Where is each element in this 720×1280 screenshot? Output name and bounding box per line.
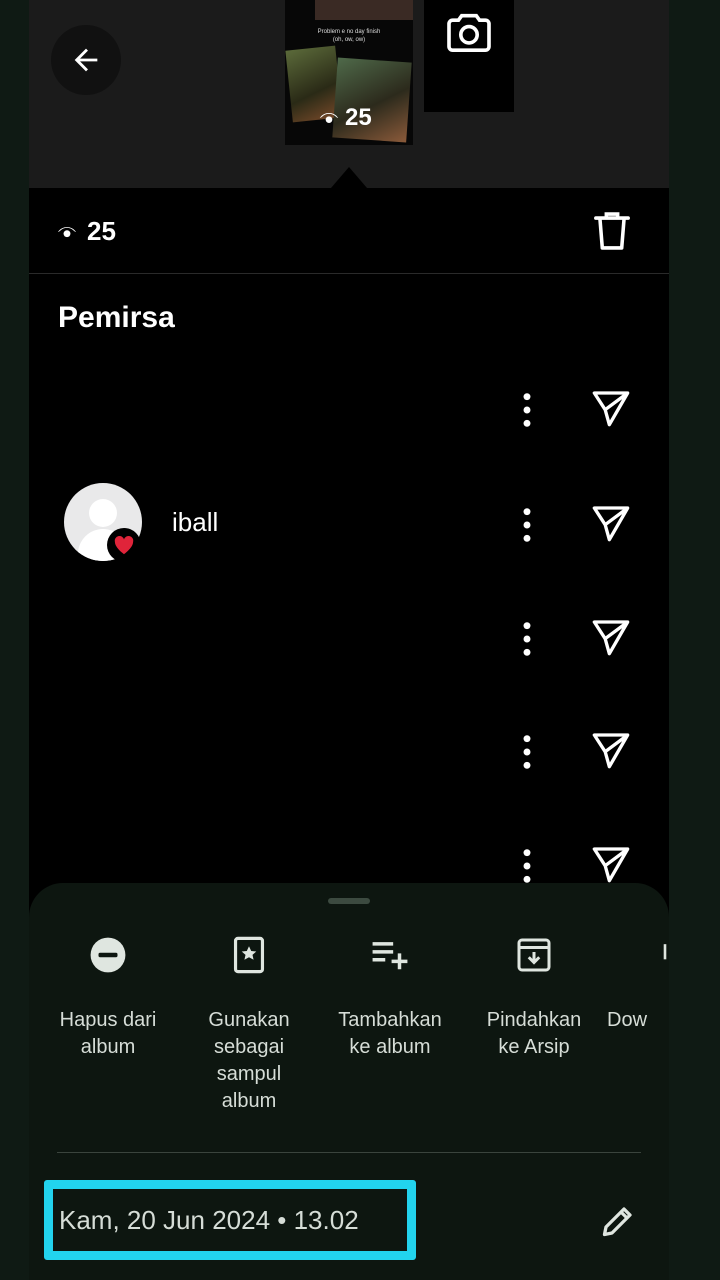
send-button[interactable] xyxy=(590,388,632,433)
more-options-button[interactable] xyxy=(516,505,538,550)
playlist-add-icon xyxy=(372,942,408,970)
stats-bar: 25 xyxy=(29,188,669,274)
view-count-value: 25 xyxy=(87,216,116,246)
arrow-left-icon xyxy=(74,48,98,72)
story-viewer-screen: Problem e no day finish (oh, ow, ow) 25 xyxy=(29,0,669,1280)
add-to-album-label: Tambahkan ke album xyxy=(338,1009,442,1058)
list-item[interactable] xyxy=(29,597,669,677)
list-item[interactable] xyxy=(29,368,669,448)
list-item[interactable]: iball xyxy=(29,483,669,563)
more-options-button[interactable] xyxy=(516,732,538,777)
send-button[interactable] xyxy=(590,730,632,775)
list-item[interactable] xyxy=(29,710,669,790)
viewers-title: Pemirsa xyxy=(58,301,175,334)
divider xyxy=(57,1152,641,1153)
back-button[interactable] xyxy=(51,25,121,95)
send-button[interactable] xyxy=(590,617,632,662)
film-strip-image xyxy=(315,0,413,20)
trash-icon xyxy=(594,212,630,250)
eye-icon xyxy=(319,113,339,123)
camera-icon xyxy=(447,13,491,52)
send-icon xyxy=(592,620,630,656)
album-cover-icon xyxy=(233,936,265,974)
more-vertical-icon xyxy=(523,508,531,542)
remove-from-album-label: Hapus dari album xyxy=(59,1009,157,1058)
more-options-button[interactable] xyxy=(516,390,538,435)
move-to-archive-label: Pindahkan ke Arsip xyxy=(486,1009,582,1058)
pencil-icon xyxy=(602,1207,632,1237)
thumbnail-caption: Problem e no day finish (oh, ow, ow) xyxy=(317,29,381,43)
more-options-button[interactable] xyxy=(516,619,538,664)
use-as-cover-label: Gunakan sebagai sampul album xyxy=(208,1009,290,1112)
download-button[interactable]: Dow xyxy=(607,933,669,1034)
use-as-cover-button[interactable]: Gunakan sebagai sampul album xyxy=(186,933,312,1115)
view-count: 25 xyxy=(57,216,116,247)
send-icon xyxy=(592,733,630,769)
more-vertical-icon xyxy=(523,849,531,883)
avatar-head xyxy=(89,499,117,527)
story-strip: Problem e no day finish (oh, ow, ow) 25 xyxy=(29,0,669,188)
remove-from-album-button[interactable]: Hapus dari album xyxy=(45,933,171,1061)
thumbnail-pointer xyxy=(331,167,367,188)
more-vertical-icon xyxy=(523,735,531,769)
more-vertical-icon xyxy=(523,622,531,656)
add-story-button[interactable] xyxy=(424,0,514,112)
remove-circle-icon xyxy=(90,937,126,973)
send-icon xyxy=(592,506,630,542)
add-to-album-button[interactable]: Tambahkan ke album xyxy=(327,933,453,1061)
thumbnail-view-count: 25 xyxy=(319,104,372,132)
heart-reaction-badge xyxy=(107,528,141,562)
date-highlight: Kam, 20 Jun 2024 • 13.02 xyxy=(44,1180,416,1260)
send-icon xyxy=(592,847,630,883)
viewer-name[interactable]: iball xyxy=(172,507,218,538)
date-time-label: Kam, 20 Jun 2024 • 13.02 xyxy=(59,1204,359,1235)
drag-handle[interactable] xyxy=(328,898,370,904)
archive-icon xyxy=(517,938,551,972)
delete-button[interactable] xyxy=(592,210,632,257)
download-label: Dow xyxy=(607,1009,648,1031)
send-icon xyxy=(592,391,630,427)
eye-icon xyxy=(58,226,76,237)
edit-date-button[interactable] xyxy=(600,1203,636,1244)
heart-icon xyxy=(114,535,134,555)
download-icon xyxy=(663,944,667,960)
move-to-archive-button[interactable]: Pindahkan ke Arsip xyxy=(471,933,597,1061)
thumbnail-views-value: 25 xyxy=(345,104,372,131)
story-thumbnail[interactable]: Problem e no day finish (oh, ow, ow) 25 xyxy=(285,0,413,145)
bottom-sheet: Hapus dari album Gunakan sebagai sampul … xyxy=(29,883,669,1280)
more-vertical-icon xyxy=(523,393,531,427)
send-button[interactable] xyxy=(590,503,632,548)
